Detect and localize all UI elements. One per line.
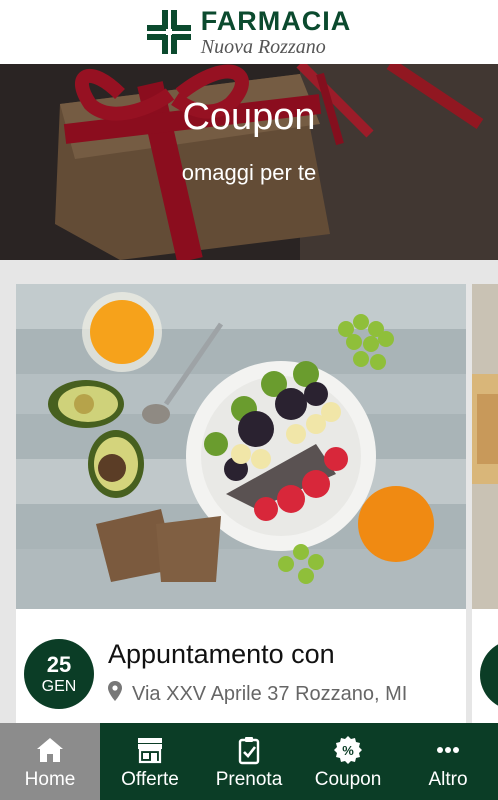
brand-text: FARMACIA Nuova Rozzano	[200, 5, 352, 58]
coupon-card[interactable]: 25 GEN Appuntamento con Via XXV Aprile 3…	[16, 284, 466, 723]
card-title: Appuntamento con	[108, 639, 335, 669]
hero-subtitle: omaggi per te	[181, 160, 317, 185]
nav-offerte-label: Offerte	[121, 769, 179, 790]
clipboard-check-icon	[233, 734, 265, 766]
bottom-navigation: Home Offerte Prenota % Coupon Altro	[0, 723, 498, 800]
hero-banner: Coupon omaggi per te	[0, 64, 498, 260]
more-dots-icon	[432, 734, 464, 766]
store-icon	[134, 734, 166, 766]
date-month: GEN	[41, 677, 77, 695]
nav-home[interactable]: Home	[0, 723, 100, 800]
coupon-carousel[interactable]: 25 GEN Appuntamento con Via XXV Aprile 3…	[0, 260, 498, 723]
home-icon	[34, 734, 66, 766]
percent-badge-icon: %	[332, 734, 364, 766]
nav-altro[interactable]: Altro	[398, 723, 498, 800]
nav-altro-label: Altro	[428, 769, 468, 790]
card-address: Via XXV Aprile 37 Rozzano, MI	[108, 681, 407, 707]
card-image	[16, 284, 466, 609]
nav-coupon[interactable]: % Coupon	[298, 723, 398, 800]
next-card-image	[472, 284, 498, 609]
brand-title: FARMACIA	[200, 5, 352, 36]
nav-home-label: Home	[24, 769, 76, 790]
brand-logo[interactable]: FARMACIA Nuova Rozzano	[146, 5, 352, 58]
nav-prenota-label: Prenota	[215, 769, 283, 790]
pharmacy-cross-icon	[146, 10, 191, 54]
nav-prenota[interactable]: Prenota	[200, 723, 298, 800]
location-pin-icon	[108, 681, 122, 707]
svg-text:%: %	[342, 743, 354, 758]
nav-offerte[interactable]: Offerte	[100, 723, 200, 800]
app-screen: FARMACIA Nuova Rozzano Coupon omaggi per…	[0, 0, 498, 800]
card-body: 25 GEN Appuntamento con Via XXV Aprile 3…	[16, 609, 466, 723]
hero-title: Coupon	[182, 96, 316, 138]
next-coupon-card[interactable]	[472, 284, 498, 723]
app-header: FARMACIA Nuova Rozzano	[0, 0, 498, 64]
breakfast-bowl-photo	[16, 284, 466, 609]
brand-subtitle: Nuova Rozzano	[200, 35, 326, 58]
date-badge: 25 GEN	[24, 639, 94, 709]
date-day: 25	[46, 651, 72, 677]
next-date-badge	[480, 640, 498, 710]
nav-coupon-label: Coupon	[314, 769, 382, 790]
address-text: Via XXV Aprile 37 Rozzano, MI	[132, 682, 408, 705]
